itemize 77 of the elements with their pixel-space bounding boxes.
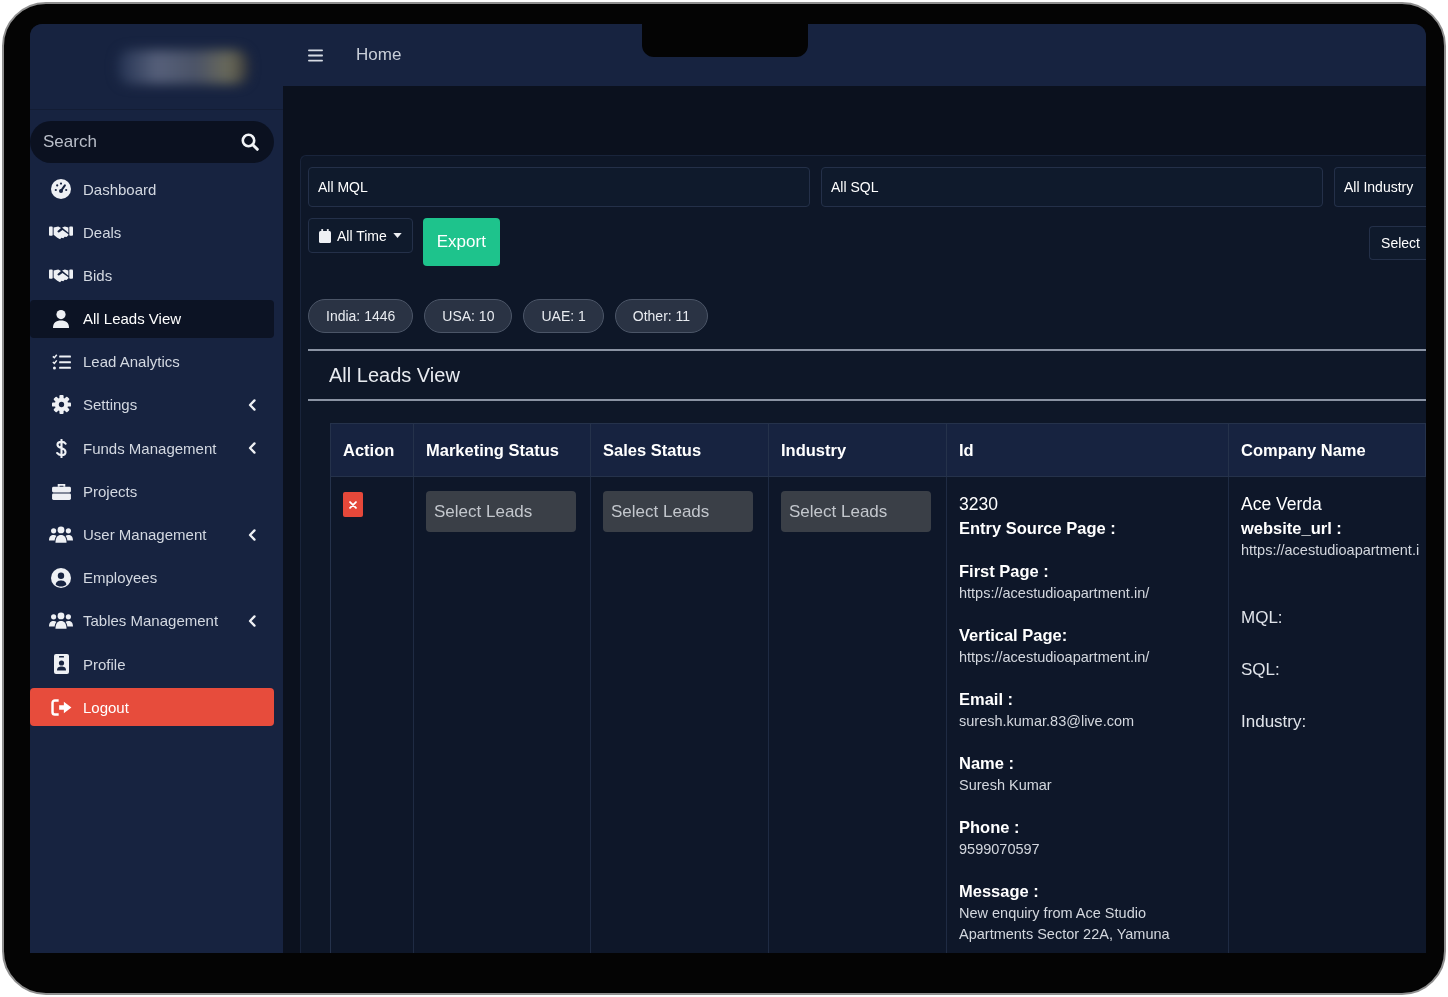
chevron-left-icon (248, 398, 256, 411)
briefcase-icon (51, 482, 71, 500)
sidebar-item[interactable]: Logout (30, 688, 274, 727)
detail-label: Entry Source Page : (959, 518, 1117, 539)
users-icon (49, 612, 73, 630)
sidebar-item[interactable]: User Management (30, 515, 274, 554)
column-header: Marketing Status (414, 424, 591, 477)
column-header: Action (331, 424, 414, 477)
dollar-icon (55, 438, 67, 458)
company-name: Ace Verda (1241, 493, 1323, 516)
sidebar-item[interactable]: Dashboard (30, 170, 274, 208)
sidebar-item[interactable]: Profile (30, 645, 274, 684)
country-count-tag: UAE: 1 (523, 299, 604, 333)
filter-select[interactable]: All Industry (1334, 167, 1426, 207)
chevron-left-icon (248, 614, 256, 627)
detail-label: Phone : (959, 817, 1021, 838)
detail-label: Message : (959, 881, 1040, 902)
field-label: Industry: (1241, 711, 1308, 733)
user-circle-icon (51, 567, 71, 588)
country-count-tag: India: 1446 (308, 299, 414, 333)
section-title: All Leads View (329, 363, 460, 387)
home-link[interactable]: Home (356, 45, 402, 65)
sidebar-item[interactable]: Employees (30, 558, 274, 597)
calendar-icon (319, 228, 331, 243)
filter-select[interactable]: All MQL (308, 167, 810, 207)
gauge-icon (51, 179, 71, 199)
country-count-tag: Other: 11 (614, 299, 709, 333)
user-icon (53, 309, 69, 328)
detail-value: https://acestudioapartment.in/ (959, 648, 1151, 667)
detail-value: suresh.kumar.83@live.com (959, 712, 1136, 731)
detail-value: New enquiry from Ace Studio Apartments Sector 22A, Yamuna (959, 904, 1171, 944)
sidebar-item[interactable]: Tables Management (30, 601, 274, 640)
chevron-left-icon (248, 442, 256, 455)
select-button[interactable]: Select (1369, 226, 1426, 260)
detail-label: Email : (959, 689, 1015, 710)
checklist-icon (51, 353, 71, 370)
column-header: Industry (769, 424, 947, 477)
detail-label: website_url : (1241, 518, 1343, 539)
handshake-icon (49, 224, 73, 240)
filter-select[interactable]: All SQL (821, 167, 1323, 207)
status-select[interactable]: Select Leads (603, 491, 753, 532)
detail-value: https://acestudioapartment.in/ (959, 584, 1151, 603)
lead-id: 3230 (959, 493, 999, 516)
logout-icon (50, 698, 72, 716)
sidebar-item[interactable]: Deals (30, 213, 274, 252)
delete-button[interactable] (343, 492, 363, 517)
caret-down-icon (392, 233, 402, 238)
sidebar-item[interactable]: Funds Management (30, 429, 274, 468)
status-select[interactable]: Select Leads (426, 491, 576, 532)
search-field[interactable]: Search (30, 121, 274, 163)
sidebar-item[interactable]: All Leads View (30, 299, 274, 338)
close-icon (349, 500, 357, 509)
column-header: Company Name (1229, 424, 1426, 477)
detail-label: First Page : (959, 561, 1050, 582)
column-header: Id (947, 424, 1229, 477)
settings-icon (51, 395, 71, 415)
sidebar-item[interactable]: Bids (30, 256, 274, 295)
search-icon[interactable] (241, 133, 259, 151)
menu-icon[interactable] (308, 48, 323, 62)
sidebar-item[interactable]: Lead Analytics (30, 342, 274, 381)
chevron-left-icon (248, 528, 256, 541)
handshake-icon (49, 267, 73, 283)
date-range-dropdown[interactable]: All Time (308, 218, 413, 253)
users-icon (49, 526, 73, 543)
detail-value: Suresh Kumar (959, 776, 1053, 795)
detail-value: https://acestudioapartment.i (1241, 541, 1421, 560)
status-select[interactable]: Select Leads (781, 491, 931, 532)
detail-label: Vertical Page: (959, 625, 1069, 646)
sidebar-item[interactable]: Settings (30, 385, 274, 424)
field-label: SQL: (1241, 659, 1281, 681)
id-badge-icon (53, 654, 69, 675)
detail-label: Name : (959, 753, 1016, 774)
column-header: Sales Status (591, 424, 769, 477)
detail-value: 9599070597 (959, 840, 1041, 859)
country-count-tag: USA: 10 (424, 299, 513, 333)
sidebar-item[interactable]: Projects (30, 472, 274, 511)
field-label: MQL: (1241, 607, 1284, 629)
